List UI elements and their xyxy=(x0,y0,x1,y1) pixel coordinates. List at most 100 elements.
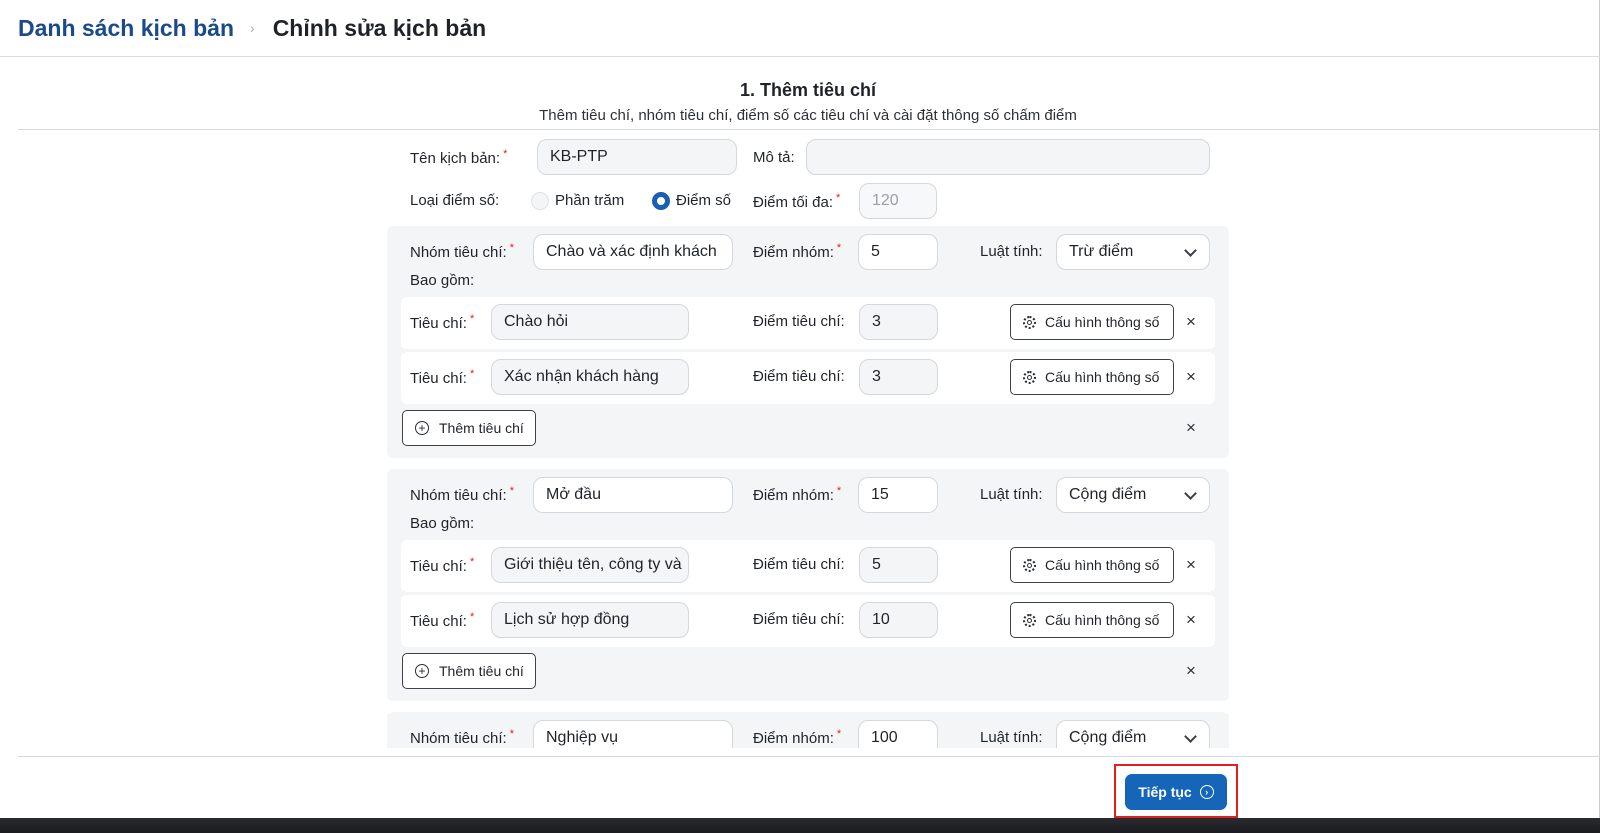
criterion-score-input[interactable]: 5 xyxy=(859,547,938,583)
add-criterion-label: Thêm tiêu chí xyxy=(439,420,524,436)
max-score-input: 120 xyxy=(859,183,937,219)
criterion-label: Tiêu chí: * xyxy=(410,368,475,387)
required-mark: * xyxy=(469,611,475,623)
radio-percent-label[interactable]: Phần trăm xyxy=(555,192,624,209)
rule-select[interactable]: Cộng điểm xyxy=(1056,477,1210,513)
rule-select-value: Cộng điểm xyxy=(1069,729,1147,746)
description-label: Mô tả: xyxy=(753,149,795,166)
remove-criterion-icon[interactable]: × xyxy=(1186,368,1196,385)
group-score-label: Điểm nhóm: * xyxy=(753,485,842,504)
radio-percent[interactable] xyxy=(531,192,549,210)
group-name-label: Nhóm tiêu chí: * xyxy=(410,242,514,261)
add-criterion-label: Thêm tiêu chí xyxy=(439,663,524,679)
group-name-label: Nhóm tiêu chí: * xyxy=(410,728,514,747)
arrow-right-circle-icon: › xyxy=(1199,785,1214,799)
required-mark: * xyxy=(836,192,841,204)
config-params-button[interactable]: Cấu hình thông số xyxy=(1010,547,1174,583)
plus-circle-icon: + xyxy=(415,664,429,678)
required-mark: * xyxy=(469,556,475,568)
radio-points[interactable] xyxy=(652,192,670,210)
criterion-label: Tiêu chí: * xyxy=(410,313,475,332)
scenario-form-scroll-area[interactable]: Tên kịch bản: * KB-PTP Mô tả: Loại điểm s… xyxy=(0,130,1600,748)
criterion-score-label: Điểm tiêu chí: xyxy=(753,313,845,330)
add-criterion-button[interactable]: + Thêm tiêu chí xyxy=(402,410,536,446)
step-title: 1. Thêm tiêu chí xyxy=(739,80,877,100)
criterion-score-input[interactable]: 10 xyxy=(859,602,938,638)
required-mark: * xyxy=(509,485,514,497)
gear-icon xyxy=(1023,558,1036,572)
criterion-score-label: Điểm tiêu chí: xyxy=(753,368,845,385)
group-name-input[interactable]: Nghiệp vụ xyxy=(533,720,733,748)
criterion-score-input[interactable]: 3 xyxy=(859,304,938,340)
score-type-label: Loại điểm số: xyxy=(410,192,500,209)
description-input[interactable] xyxy=(806,139,1210,175)
group-score-input[interactable]: 5 xyxy=(858,234,938,270)
remove-group-icon[interactable]: × xyxy=(1186,662,1196,679)
criterion-name-input[interactable]: Xác nhận khách hàng xyxy=(491,359,689,395)
remove-criterion-icon[interactable]: × xyxy=(1186,556,1196,573)
includes-label: Bao gồm: xyxy=(410,272,475,289)
rule-label: Luật tính: xyxy=(980,729,1043,746)
required-mark: * xyxy=(469,313,475,325)
group-name-input[interactable]: Mở đầu xyxy=(533,477,733,513)
radio-points-label[interactable]: Điểm số xyxy=(676,192,731,209)
rule-label: Luật tính: xyxy=(980,243,1043,260)
scenario-name-label: Tên kịch bản: * xyxy=(410,148,508,167)
group-score-input[interactable]: 15 xyxy=(858,477,938,513)
rule-select[interactable]: Cộng điểm xyxy=(1056,720,1210,748)
add-criterion-button[interactable]: + Thêm tiêu chí xyxy=(402,653,536,689)
config-params-button[interactable]: Cấu hình thông số xyxy=(1010,304,1174,340)
rule-select[interactable]: Trừ điểm xyxy=(1056,234,1210,270)
page-title: Chỉnh sửa kịch bản xyxy=(272,14,487,41)
criterion-name-input[interactable]: Chào hỏi xyxy=(491,304,689,340)
group-score-label: Điểm nhóm: * xyxy=(753,728,842,747)
criterion-label: Tiêu chí: * xyxy=(410,556,475,575)
config-params-button[interactable]: Cấu hình thông số xyxy=(1010,602,1174,638)
gear-icon xyxy=(1023,370,1036,384)
breadcrumb: Danh sách kịch bản › Chỉnh sửa kịch bản xyxy=(0,0,1600,57)
criterion-score-label: Điểm tiêu chí: xyxy=(753,611,845,628)
continue-label: Tiếp tục xyxy=(1138,784,1192,800)
config-params-button[interactable]: Cấu hình thông số xyxy=(1010,359,1174,395)
chevron-down-icon xyxy=(1184,730,1197,743)
required-mark: * xyxy=(836,485,842,497)
group-score-label: Điểm nhóm: * xyxy=(753,242,842,261)
app-window: Danh sách kịch bản › Chỉnh sửa kịch bản … xyxy=(0,0,1600,833)
plus-circle-icon: + xyxy=(415,421,429,435)
criterion-name-input[interactable]: Lịch sử hợp đồng xyxy=(491,602,689,638)
remove-group-icon[interactable]: × xyxy=(1186,419,1196,436)
required-mark: * xyxy=(469,368,475,380)
config-params-label: Cấu hình thông số xyxy=(1045,612,1160,628)
gear-icon xyxy=(1023,315,1036,329)
required-mark: * xyxy=(503,148,508,160)
remove-criterion-icon[interactable]: × xyxy=(1186,611,1196,628)
breadcrumb-link-scenario-list[interactable]: Danh sách kịch bản xyxy=(18,15,234,42)
config-params-label: Cấu hình thông số xyxy=(1045,557,1160,573)
scenario-name-input[interactable]: KB-PTP xyxy=(537,139,737,175)
group-name-input[interactable]: Chào và xác định khách xyxy=(533,234,733,270)
step-subtitle: Thêm tiêu chí, nhóm tiêu chí, điểm số cá… xyxy=(539,107,1077,124)
config-params-label: Cấu hình thông số xyxy=(1045,314,1160,330)
criterion-name-input[interactable]: Giới thiệu tên, công ty và xyxy=(491,547,689,583)
chevron-down-icon xyxy=(1184,487,1197,500)
group-name-label: Nhóm tiêu chí: * xyxy=(410,485,514,504)
criterion-score-label: Điểm tiêu chí: xyxy=(753,556,845,573)
required-mark: * xyxy=(836,242,842,254)
breadcrumb-chevron-icon: › xyxy=(250,20,255,36)
group-score-input[interactable]: 100 xyxy=(858,720,938,748)
criterion-label: Tiêu chí: * xyxy=(410,611,475,630)
required-mark: * xyxy=(509,242,514,254)
rule-label: Luật tính: xyxy=(980,486,1043,503)
continue-button[interactable]: Tiếp tục › xyxy=(1125,774,1227,810)
rule-select-value: Trừ điểm xyxy=(1069,243,1134,260)
taskbar-edge xyxy=(0,818,1600,833)
config-params-label: Cấu hình thông số xyxy=(1045,369,1160,385)
criterion-score-input[interactable]: 3 xyxy=(859,359,938,395)
required-mark: * xyxy=(836,728,842,740)
chevron-down-icon xyxy=(1184,244,1197,257)
required-mark: * xyxy=(509,728,514,740)
includes-label: Bao gồm: xyxy=(410,515,475,532)
rule-select-value: Cộng điểm xyxy=(1069,486,1147,503)
remove-criterion-icon[interactable]: × xyxy=(1186,313,1196,330)
gear-icon xyxy=(1023,613,1036,627)
